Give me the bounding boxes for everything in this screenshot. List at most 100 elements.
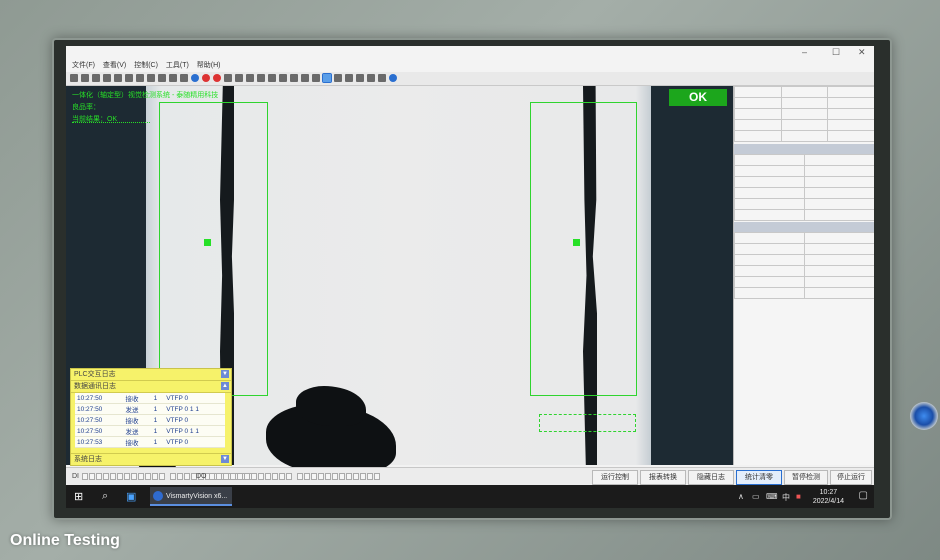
grid-icon[interactable] [312,74,320,82]
stats-grid-bottom [734,232,874,299]
result-ok-badge: OK [669,89,727,106]
close-button[interactable]: ✕ [858,47,866,58]
toolbar [66,72,874,86]
menu-file[interactable]: 文件(F) [72,60,95,72]
system-title-text: 一体化（轴定型）视觉检测系统 - 泰随精用科技 [72,92,219,99]
clock-date: 2022/4/14 [812,498,844,505]
stats-grid-header-3 [734,222,874,232]
open-icon[interactable] [81,74,89,82]
image-icon[interactable] [235,74,243,82]
globe-icon[interactable] [268,74,276,82]
ime-indicator[interactable]: 中 [782,492,790,503]
network-icon[interactable]: ▭ [752,492,760,501]
palette-icon[interactable] [257,74,265,82]
location-icon[interactable] [367,74,375,82]
taskbar-app-label: VismartyVision x6... [166,493,228,500]
log-row[interactable]: 10:27:50 发送 1 VTFP 0 1 1 [75,425,225,437]
stats-clear-button[interactable]: 统计清零 [736,470,782,485]
chevron-up-icon[interactable]: ∧ [738,492,744,501]
comm-log-table: 10:27:50 接收 1 VTFP 0 10:27:50 发送 1 VTFP 0 1 1 … [75,393,225,448]
chevron-down-icon[interactable]: ▼ [221,370,229,378]
database-icon[interactable] [334,74,342,82]
minimize-button[interactable]: – [802,47,807,57]
roi-bottom-dashed[interactable] [539,414,636,432]
windows-start-icon[interactable]: ⊞ [74,490,83,503]
search-icon[interactable]: ⌕ [102,490,108,503]
windows-taskbar: ⊞ ⌕ ▣ VismartyVision x6... ∧ ▭ ⌨ 中 ■ 10:… [66,485,874,508]
menu-view[interactable]: 查看(V) [103,60,126,72]
camera-icon[interactable] [246,74,254,82]
measure-icon[interactable] [301,74,309,82]
taskbar-clock[interactable]: 10:27 2022/4/14 [813,488,844,506]
system-log-title: 系统日志 [74,456,102,463]
hide-log-button[interactable]: 隐藏日志 [688,470,734,485]
log-row[interactable]: 10:27:50 接收 1 VTFP 0 [75,393,225,404]
dark-residue-top [296,386,366,426]
vision-workspace: 一体化（轴定型）视觉检测系统 - 泰随精用科技 良品率： 当前结果：OK OK [66,86,874,476]
stop-run-button[interactable]: 停止运行 [830,470,872,485]
system-log-header[interactable]: 系统日志 ▼ [71,453,231,465]
roi-right-center-marker [573,239,580,246]
zoom-fit-icon[interactable] [147,74,155,82]
do-indicators [209,473,381,480]
chevron-up-icon[interactable]: ▲ [221,382,229,390]
play-icon[interactable] [191,74,199,82]
status-overlay: 一体化（轴定型）视觉检测系统 - 泰随精用科技 良品率： 当前结果：OK [72,90,218,126]
print-icon[interactable] [103,74,111,82]
title-bar: – ☐ ✕ [66,46,874,61]
eye-icon[interactable] [169,74,177,82]
log-row[interactable]: 10:27:50 发送 1 VTFP 0 1 1 [75,403,225,415]
roi-left-center-marker [204,239,211,246]
zoom-out-icon[interactable] [136,74,144,82]
frame-icon[interactable] [224,74,232,82]
di-label: DI [72,473,79,480]
keyboard-icon[interactable]: ⌨ [766,492,778,501]
app-logo-icon [153,491,163,501]
overlay-divider [72,122,150,123]
chevron-down-icon[interactable]: ▼ [221,455,229,463]
settings-icon[interactable] [356,74,364,82]
action-center-icon[interactable]: ▢ [859,490,868,501]
notification-app-icon[interactable]: ■ [796,492,801,501]
io-control-bar: DI DO 运行控制 报表转换 隐藏日志 统计清零 暂停检测 停止运行 [66,467,874,486]
save-icon[interactable] [92,74,100,82]
pause-detect-button[interactable]: 暂停检测 [784,470,828,485]
menu-help[interactable]: 帮助(H) [197,60,221,72]
pause-icon[interactable] [202,74,210,82]
comm-log-title: 数据通讯日志 [74,383,116,390]
screen: – ☐ ✕ 文件(F) 查看(V) 控制(C) 工具(T) 帮助(H) 一体化（… [66,46,874,508]
new-icon[interactable] [70,74,78,82]
do-label: DO [196,473,207,480]
comm-log-header[interactable]: 数据通讯日志 ▲ [71,381,231,393]
log-row[interactable]: 10:27:50 接收 1 VTFP 0 [75,414,225,426]
menu-bar: 文件(F) 查看(V) 控制(C) 工具(T) 帮助(H) [66,60,874,72]
taskbar-app-visionsystem[interactable]: VismartyVision x6... [150,487,232,506]
roi-right[interactable] [530,102,637,396]
maximize-button[interactable]: ☐ [832,47,840,58]
run-control-button[interactable]: 运行控制 [592,470,638,485]
stats-grid-header-2 [734,144,874,154]
zoom-actual-icon[interactable] [158,74,166,82]
tools-icon[interactable] [279,74,287,82]
record-icon[interactable] [213,74,221,82]
chart-icon[interactable] [290,74,298,82]
crosshair-icon[interactable] [180,74,188,82]
log-row[interactable]: 10:27:53 接收 1 VTFP 0 [75,436,225,448]
plc-log-header[interactable]: PLC交互日志 ▼ [71,369,231,381]
copy-icon[interactable] [114,74,122,82]
roi-left[interactable] [159,102,268,396]
log-panel: PLC交互日志 ▼ 数据通讯日志 ▲ 10:27:50 接收 1 VTFP 0 10:… [70,368,232,466]
report-switch-button[interactable]: 报表转换 [640,470,686,485]
printer-icon[interactable] [345,74,353,82]
yield-rate-text: 良品率： [72,104,100,111]
right-stats-panel [733,86,874,465]
lightbulb-icon[interactable] [378,74,386,82]
current-result-text: 当前结果：OK [72,116,118,123]
menu-tools[interactable]: 工具(T) [166,60,189,72]
taskview-icon[interactable]: ▣ [126,490,136,503]
menu-control[interactable]: 控制(C) [134,60,158,72]
photo-caption: Online Testing [10,532,120,549]
monitor-icon[interactable] [322,73,332,83]
info-icon[interactable] [389,74,397,82]
zoom-in-icon[interactable] [125,74,133,82]
